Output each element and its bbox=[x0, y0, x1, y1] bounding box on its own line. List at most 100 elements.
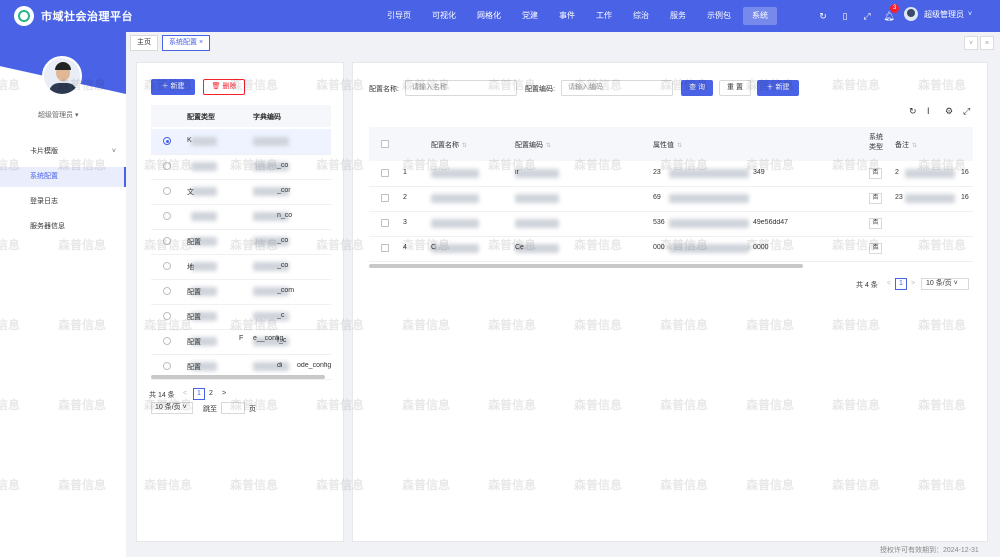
name-label: 配置名称: bbox=[369, 86, 399, 93]
row-system-type: 否 bbox=[869, 243, 882, 254]
left-delete-button[interactable]: 🗑︎ 删除 bbox=[203, 79, 245, 95]
chevron-down-icon: ▾ bbox=[74, 112, 79, 119]
code-input[interactable]: 请输入编码 bbox=[561, 80, 673, 96]
right-next-page[interactable]: > bbox=[911, 280, 915, 287]
right-page-1[interactable]: 1 bbox=[895, 278, 907, 290]
tab-close-all-icon[interactable]: × bbox=[980, 36, 994, 50]
fullscreen-icon[interactable]: ⤢ bbox=[856, 11, 878, 22]
sidebar-item-0[interactable]: 卡片模版 ˅ bbox=[0, 142, 126, 162]
left-next-page[interactable]: > bbox=[222, 390, 226, 397]
nav-item-6[interactable]: 综治 bbox=[624, 7, 658, 25]
row-radio[interactable] bbox=[163, 162, 171, 170]
table-row[interactable]: 文 _cor bbox=[151, 179, 331, 204]
sidebar-item-label: 服务器信息 bbox=[30, 223, 65, 230]
left-prev-page[interactable]: < bbox=[183, 390, 187, 397]
table-row[interactable]: 配置 _c bbox=[151, 304, 331, 329]
row-dict-code: _c bbox=[277, 312, 285, 319]
name-input[interactable]: 请输入名称 bbox=[405, 80, 517, 96]
sidebar-item-2[interactable]: 登录日志 bbox=[0, 192, 126, 212]
row-checkbox[interactable] bbox=[381, 169, 389, 177]
row-attr-value: 69 bbox=[653, 194, 661, 201]
row-index: 1 bbox=[403, 169, 407, 176]
select-all-checkbox[interactable] bbox=[381, 140, 389, 148]
left-jump-input[interactable] bbox=[221, 402, 245, 414]
row-radio[interactable] bbox=[163, 262, 171, 270]
nav-item-2[interactable]: 网格化 bbox=[468, 7, 510, 25]
left-page-2[interactable]: 2 bbox=[209, 390, 213, 397]
row-radio[interactable] bbox=[163, 237, 171, 245]
reset-button[interactable]: 重 置 bbox=[719, 80, 751, 96]
row-checkbox[interactable] bbox=[381, 219, 389, 227]
logo-icon bbox=[14, 6, 34, 26]
query-button[interactable]: 查 询 bbox=[681, 80, 713, 96]
row-system-type: 否 bbox=[869, 193, 882, 204]
row-radio[interactable] bbox=[163, 187, 171, 195]
nav-item-4[interactable]: 事件 bbox=[550, 7, 584, 25]
table-row[interactable]: 地 _co bbox=[151, 254, 331, 279]
left-jump-label: 跳至 bbox=[203, 406, 217, 413]
row-dict-code: _co bbox=[277, 237, 289, 244]
table-row[interactable]: K bbox=[151, 129, 331, 154]
nav-item-0[interactable]: 引导页 bbox=[378, 7, 420, 25]
row-dict-code-prefix: F bbox=[239, 335, 244, 342]
col-config-code: 配置编码 ⇅ bbox=[515, 142, 552, 149]
sidebar-item-label: 登录日志 bbox=[30, 198, 58, 205]
sidebar-item-3[interactable]: 服务器信息 bbox=[0, 217, 126, 237]
left-table-scrollbar[interactable] bbox=[151, 375, 325, 379]
left-page-size-select[interactable]: 10 条/页 ˅ bbox=[151, 402, 193, 414]
nav-item-7[interactable]: 服务 bbox=[661, 7, 695, 25]
row-radio[interactable] bbox=[163, 287, 171, 295]
table-row[interactable]: _co bbox=[151, 154, 331, 179]
table-row[interactable]: n_co bbox=[151, 204, 331, 229]
tab-system-config[interactable]: 系统配置 × bbox=[162, 35, 211, 51]
bell-icon[interactable]: 🔔︎ 3 bbox=[878, 3, 900, 22]
app-logo[interactable]: 市域社会治理平台 bbox=[14, 6, 133, 26]
sidebar-user[interactable]: 超级管理员 ▾ bbox=[38, 110, 78, 120]
row-config-type: 配置 bbox=[187, 289, 201, 296]
row-radio[interactable] bbox=[163, 212, 171, 220]
tab-home[interactable]: 主页 bbox=[130, 35, 158, 51]
notify-badge: 3 bbox=[890, 3, 900, 13]
refresh-icon[interactable]: ↻ bbox=[812, 11, 834, 22]
column-height-icon[interactable]: I bbox=[927, 106, 930, 116]
right-table-scrollbar[interactable] bbox=[369, 264, 803, 268]
table-row[interactable]: 3 536 49e56dd47 否 bbox=[369, 211, 973, 236]
row-checkbox[interactable] bbox=[381, 244, 389, 252]
left-page-1[interactable]: 1 bbox=[193, 388, 205, 400]
row-radio[interactable] bbox=[163, 312, 171, 320]
table-row[interactable]: 配置 _com bbox=[151, 279, 331, 304]
row-radio[interactable] bbox=[163, 137, 171, 145]
nav-item-8[interactable]: 示例包 bbox=[698, 7, 740, 25]
row-radio[interactable] bbox=[163, 362, 171, 370]
gear-icon[interactable]: ⚙︎ bbox=[945, 106, 953, 117]
fullscreen-icon[interactable]: ⤢ bbox=[963, 106, 970, 117]
sidebar-item-label: 卡片模版 bbox=[30, 148, 58, 155]
right-page-size-select[interactable]: 10 条/页 ˅ bbox=[921, 278, 969, 290]
user-name: 超级管理员 bbox=[924, 9, 964, 19]
nav-item-5[interactable]: 工作 bbox=[587, 7, 621, 25]
row-system-type: 否 bbox=[869, 168, 882, 179]
sidebar-item-1[interactable]: 系统配置 bbox=[0, 167, 126, 187]
table-row[interactable]: 1 ir 23 349 否 2 16 bbox=[369, 161, 973, 186]
left-new-button[interactable]: ＋ 新建 bbox=[151, 79, 195, 95]
table-row[interactable]: 配置 _co bbox=[151, 229, 331, 254]
user-menu[interactable]: 超级管理员 ˅ bbox=[904, 7, 972, 21]
table-row[interactable]: 2 69 否 23 16 bbox=[369, 186, 973, 211]
tab-dropdown-icon[interactable]: ˅ bbox=[964, 36, 978, 50]
table-row[interactable]: 4 C Ce 000 0000 否 bbox=[369, 236, 973, 261]
row-config-type: K bbox=[187, 137, 192, 144]
row-config-code: ir bbox=[515, 169, 519, 176]
row-note-tail: 16 bbox=[961, 169, 969, 176]
nav-item-3[interactable]: 党建 bbox=[513, 7, 547, 25]
mobile-icon[interactable]: ▯ bbox=[834, 11, 856, 22]
row-config-code: Ce bbox=[515, 244, 524, 251]
right-new-button[interactable]: ＋ 新建 bbox=[757, 80, 799, 96]
refresh-icon[interactable]: ↻ bbox=[909, 106, 917, 117]
nav-item-1[interactable]: 可视化 bbox=[423, 7, 465, 25]
close-icon[interactable]: × bbox=[199, 39, 203, 46]
row-checkbox[interactable] bbox=[381, 194, 389, 202]
license-footer: 授权许可有效期到：2024-12-31 bbox=[880, 547, 979, 554]
row-radio[interactable] bbox=[163, 337, 171, 345]
right-prev-page[interactable]: < bbox=[887, 280, 891, 287]
nav-item-9[interactable]: 系统 bbox=[743, 7, 777, 25]
